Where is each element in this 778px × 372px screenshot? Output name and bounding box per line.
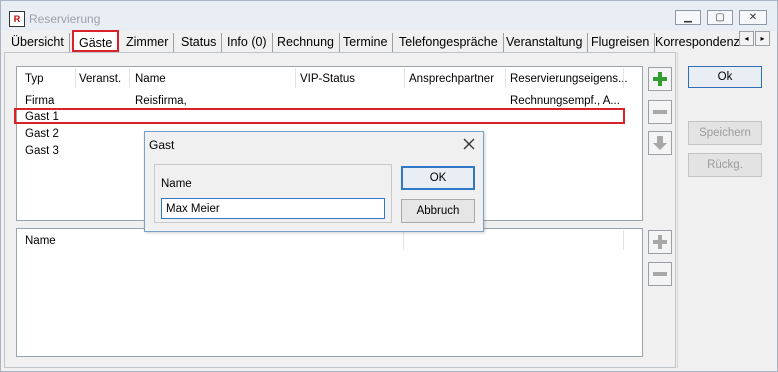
table-row[interactable]: Firma Reisfirma, Rechnungsempf., A... [25, 93, 635, 109]
dialog-ok-button[interactable]: OK [401, 166, 475, 190]
remove-guest-button[interactable] [648, 100, 672, 124]
add-icon [653, 235, 667, 249]
divider [677, 52, 678, 368]
minus-icon [653, 272, 667, 276]
tab-veranstaltung[interactable]: Veranstaltung [501, 33, 589, 52]
name-label: Name [161, 178, 192, 190]
column-header-detail-name[interactable]: Name [25, 235, 56, 247]
name-field[interactable] [161, 198, 385, 219]
column-header-reservierungseigenschaft[interactable]: Reservierungseigens... [510, 73, 628, 85]
dialog-cancel-button[interactable]: Abbruch [401, 199, 475, 223]
tab-uebersicht[interactable]: Übersicht [6, 33, 70, 52]
add-guest-button[interactable] [648, 67, 672, 91]
tab-status[interactable]: Status [176, 33, 223, 52]
close-icon [463, 138, 475, 150]
column-header-ansprechpartner[interactable]: Ansprechpartner [409, 73, 494, 85]
maximize-icon: ▢ [715, 11, 725, 23]
cell-typ: Firma [25, 95, 55, 107]
move-down-button[interactable] [648, 131, 672, 155]
cell-typ: Gast 3 [25, 145, 59, 157]
tab-scroll-left-button[interactable]: ◂ [739, 31, 754, 46]
minus-icon [653, 110, 667, 114]
tab-zimmer[interactable]: Zimmer [121, 33, 175, 52]
tab-scroll-right-button[interactable]: ▸ [755, 31, 770, 46]
guest-detail-list[interactable]: Name [16, 228, 643, 357]
column-header-typ[interactable]: Typ [25, 73, 44, 85]
tab-info[interactable]: Info (0) [222, 33, 273, 52]
cell-name: Reisfirma, [135, 95, 187, 107]
selected-row-highlight [14, 108, 625, 124]
tab-strip: Übersicht Gäste Zimmer Status Info (0) R… [4, 30, 740, 52]
add-icon [653, 72, 667, 86]
close-button[interactable]: ✕ [739, 10, 767, 25]
close-icon: ✕ [748, 11, 758, 23]
remove-detail-button[interactable] [648, 262, 672, 286]
minimize-icon: ▁ [684, 11, 692, 23]
tab-rechnung[interactable]: Rechnung [272, 33, 340, 52]
tab-korrespondenz[interactable]: Korrespondenz [650, 33, 745, 52]
add-detail-button[interactable] [648, 230, 672, 254]
chevron-right-icon: ▸ [760, 34, 765, 43]
column-header-vip-status[interactable]: VIP-Status [300, 73, 355, 85]
column-header-veranst[interactable]: Veranst. [79, 73, 121, 85]
tab-termine[interactable]: Termine [338, 33, 394, 52]
title-bar: R Reservierung ▁ ▢ ✕ [1, 1, 777, 31]
tab-flugreisen[interactable]: Flugreisen [586, 33, 656, 52]
column-header-name[interactable]: Name [135, 73, 166, 85]
tab-telefongespraeche[interactable]: Telefongespräche [394, 33, 504, 52]
maximize-button[interactable]: ▢ [707, 10, 733, 25]
dialog-close-button[interactable] [461, 136, 477, 152]
cell-typ: Gast 2 [25, 128, 59, 140]
app-icon: R [9, 11, 25, 27]
cell-reservierungseigenschaft: Rechnungsempf., A... [510, 95, 620, 107]
ok-button[interactable]: Ok [688, 66, 762, 88]
undo-button[interactable]: Rückg. [688, 153, 762, 177]
window-title: Reservierung [29, 12, 101, 26]
save-button[interactable]: Speichern [688, 121, 762, 145]
tab-gaeste[interactable]: Gäste [72, 30, 120, 52]
chevron-left-icon: ◂ [744, 34, 749, 43]
minimize-button[interactable]: ▁ [675, 10, 701, 25]
dialog-title: Gast [149, 138, 175, 152]
guest-dialog: Gast Name OK Abbruch [144, 131, 484, 232]
arrow-down-icon [653, 136, 667, 150]
